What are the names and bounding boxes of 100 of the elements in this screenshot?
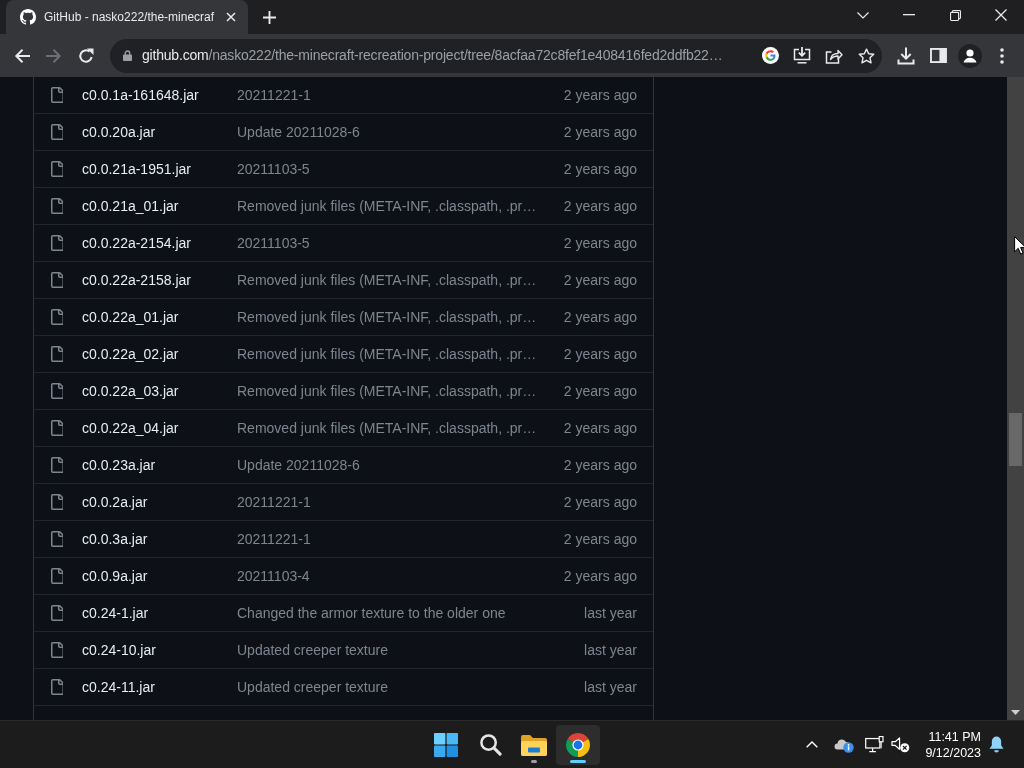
file-icon <box>51 494 63 510</box>
commit-date: 2 years ago <box>563 270 637 290</box>
file-name-link[interactable]: c0.24-1.jar <box>82 602 149 624</box>
commit-date: last year <box>584 640 637 660</box>
commit-date: last year <box>584 603 637 623</box>
file-name-link[interactable]: c0.0.3a.jar <box>82 528 148 550</box>
tab-close-icon[interactable] <box>226 12 236 22</box>
file-name-link[interactable]: c0.0.22a_02.jar <box>82 343 179 365</box>
commit-message-link[interactable]: 20211221-1 <box>237 84 311 106</box>
file-icon <box>51 124 63 140</box>
g-logo-icon[interactable] <box>761 47 779 64</box>
chevron-down-icon[interactable] <box>857 11 869 19</box>
site-logo-icon <box>20 9 36 25</box>
commit-date: 2 years ago <box>563 455 637 475</box>
reload-icon[interactable] <box>78 47 94 64</box>
file-name-link[interactable]: c0.24-10.jar <box>82 639 156 661</box>
commit-date: 2 years ago <box>563 196 637 216</box>
file-name-link[interactable]: c0.0.22a-2158.jar <box>82 269 191 291</box>
side-panel-icon[interactable] <box>929 48 947 63</box>
file-name-link[interactable]: c0.0.22a_01.jar <box>82 306 179 328</box>
file-name-link[interactable]: c0.24-11.jar <box>82 676 155 698</box>
commit-message-link[interactable]: 20211221-1 <box>237 528 311 550</box>
close-icon[interactable] <box>995 9 1007 21</box>
file-name-link[interactable]: c0.0.21a_01.jar <box>82 195 179 217</box>
commit-date: 2 years ago <box>563 159 637 179</box>
commit-date: 2 years ago <box>563 418 637 438</box>
file-name-link[interactable]: c0.0.1a-161648.jar <box>82 84 199 106</box>
commit-date: 2 years ago <box>563 566 637 586</box>
download-icon[interactable] <box>897 46 915 65</box>
scrollbar-track[interactable] <box>1007 77 1024 720</box>
commit-message-link[interactable]: 20211221-1 <box>237 491 311 513</box>
file-icon <box>51 309 63 325</box>
clock-time: 11:41 PM <box>928 728 981 745</box>
install-app-icon[interactable] <box>793 47 811 64</box>
file-name-link[interactable]: c0.0.21a-1951.jar <box>82 158 191 180</box>
taskbar-app-button[interactable] <box>556 724 600 765</box>
new-tab-icon[interactable] <box>262 10 276 24</box>
file-icon <box>51 420 63 436</box>
back-arrow-icon[interactable] <box>14 47 30 64</box>
file-icon <box>51 161 63 177</box>
commit-message-link[interactable]: Removed junk files (META-INF, .classpath, .pr… <box>237 269 537 291</box>
file-name-link[interactable]: c0.0.22a_03.jar <box>82 380 179 402</box>
search-icon[interactable] <box>478 733 502 756</box>
commit-date: 2 years ago <box>563 344 637 364</box>
commit-message-link[interactable]: Removed junk files (META-INF, .classpath, .pr… <box>237 380 537 402</box>
commit-message-link[interactable]: Removed junk files (META-INF, .classpath, .pr… <box>237 195 537 217</box>
file-name-link[interactable]: c0.0.2a.jar <box>82 491 148 513</box>
speaker-muted-icon[interactable] <box>890 736 910 753</box>
file-icon <box>51 383 63 399</box>
scrollbar-thumb[interactable] <box>1009 413 1022 466</box>
profile-icon[interactable] <box>958 43 982 68</box>
commit-message-link[interactable]: Update 20211028-6 <box>237 121 360 143</box>
file-icon <box>51 87 63 103</box>
browser-icon[interactable] <box>566 732 590 757</box>
file-icon <box>51 531 63 547</box>
start-icon[interactable] <box>434 732 458 757</box>
mouse-pointer-icon <box>1014 236 1024 255</box>
commit-message-link[interactable]: 20211103-5 <box>237 158 310 180</box>
commit-message-link[interactable]: Updated creeper texture <box>237 639 388 661</box>
notification-bell-icon[interactable] <box>988 736 1004 753</box>
file-icon <box>51 605 63 621</box>
chevron-up-icon[interactable] <box>806 741 818 748</box>
folder-icon[interactable] <box>521 733 547 756</box>
address-bar[interactable]: github.com/nasko222/the-minecraft-recreation-project/tree/8acfaa72c8fef1e408416fed2ddfb22… <box>110 38 882 73</box>
file-name-link[interactable]: c0.0.22a_04.jar <box>82 417 179 439</box>
file-name-link[interactable]: c0.0.22a-2154.jar <box>82 232 191 254</box>
file-icon <box>51 679 63 695</box>
commit-message-link[interactable]: 20211103-5 <box>237 232 310 254</box>
commit-message-link[interactable]: Removed junk files (META-INF, .classpath, .pr… <box>237 306 537 328</box>
restore-icon[interactable] <box>949 9 961 21</box>
commit-message-link[interactable]: Removed junk files (META-INF, .classpath, .pr… <box>237 343 537 365</box>
menu-icon[interactable] <box>1000 47 1004 64</box>
minimize-icon[interactable] <box>903 14 915 16</box>
clock-date: 9/12/2023 <box>925 744 981 761</box>
commit-message-link[interactable]: Changed the armor texture to the older one <box>237 602 506 624</box>
file-name-link[interactable]: c0.0.9a.jar <box>82 565 148 587</box>
file-icon <box>51 235 63 251</box>
commit-message-link[interactable]: 20211103-4 <box>237 565 310 587</box>
file-icon <box>51 457 63 473</box>
file-icon <box>51 198 63 214</box>
network-monitor-icon[interactable] <box>864 736 884 753</box>
commit-message-link[interactable]: Update 20211028-6 <box>237 454 360 476</box>
share-icon[interactable] <box>825 47 843 64</box>
commit-date: 2 years ago <box>563 233 637 253</box>
commit-message-link[interactable]: Updated creeper texture <box>237 676 388 698</box>
commit-date: 2 years ago <box>563 307 637 327</box>
file-name-link[interactable]: c0.0.23a.jar <box>82 454 156 476</box>
file-icon <box>51 272 63 288</box>
file-name-link[interactable]: c0.0.20a.jar <box>82 121 156 143</box>
commit-date: 2 years ago <box>563 122 637 142</box>
commit-date: last year <box>584 677 637 697</box>
commit-message-link[interactable]: Removed junk files (META-INF, .classpath, .pr… <box>237 417 537 439</box>
file-icon <box>51 642 63 658</box>
commit-date: 2 years ago <box>563 85 637 105</box>
scroll-down-arrow-icon[interactable] <box>1011 710 1020 715</box>
commit-date: 2 years ago <box>563 381 637 401</box>
star-icon[interactable] <box>857 47 875 64</box>
lock-icon[interactable] <box>123 50 132 61</box>
browser-tab[interactable]: GitHub - nasko222/the-minecraf <box>6 0 248 34</box>
commit-date: 2 years ago <box>563 529 637 549</box>
